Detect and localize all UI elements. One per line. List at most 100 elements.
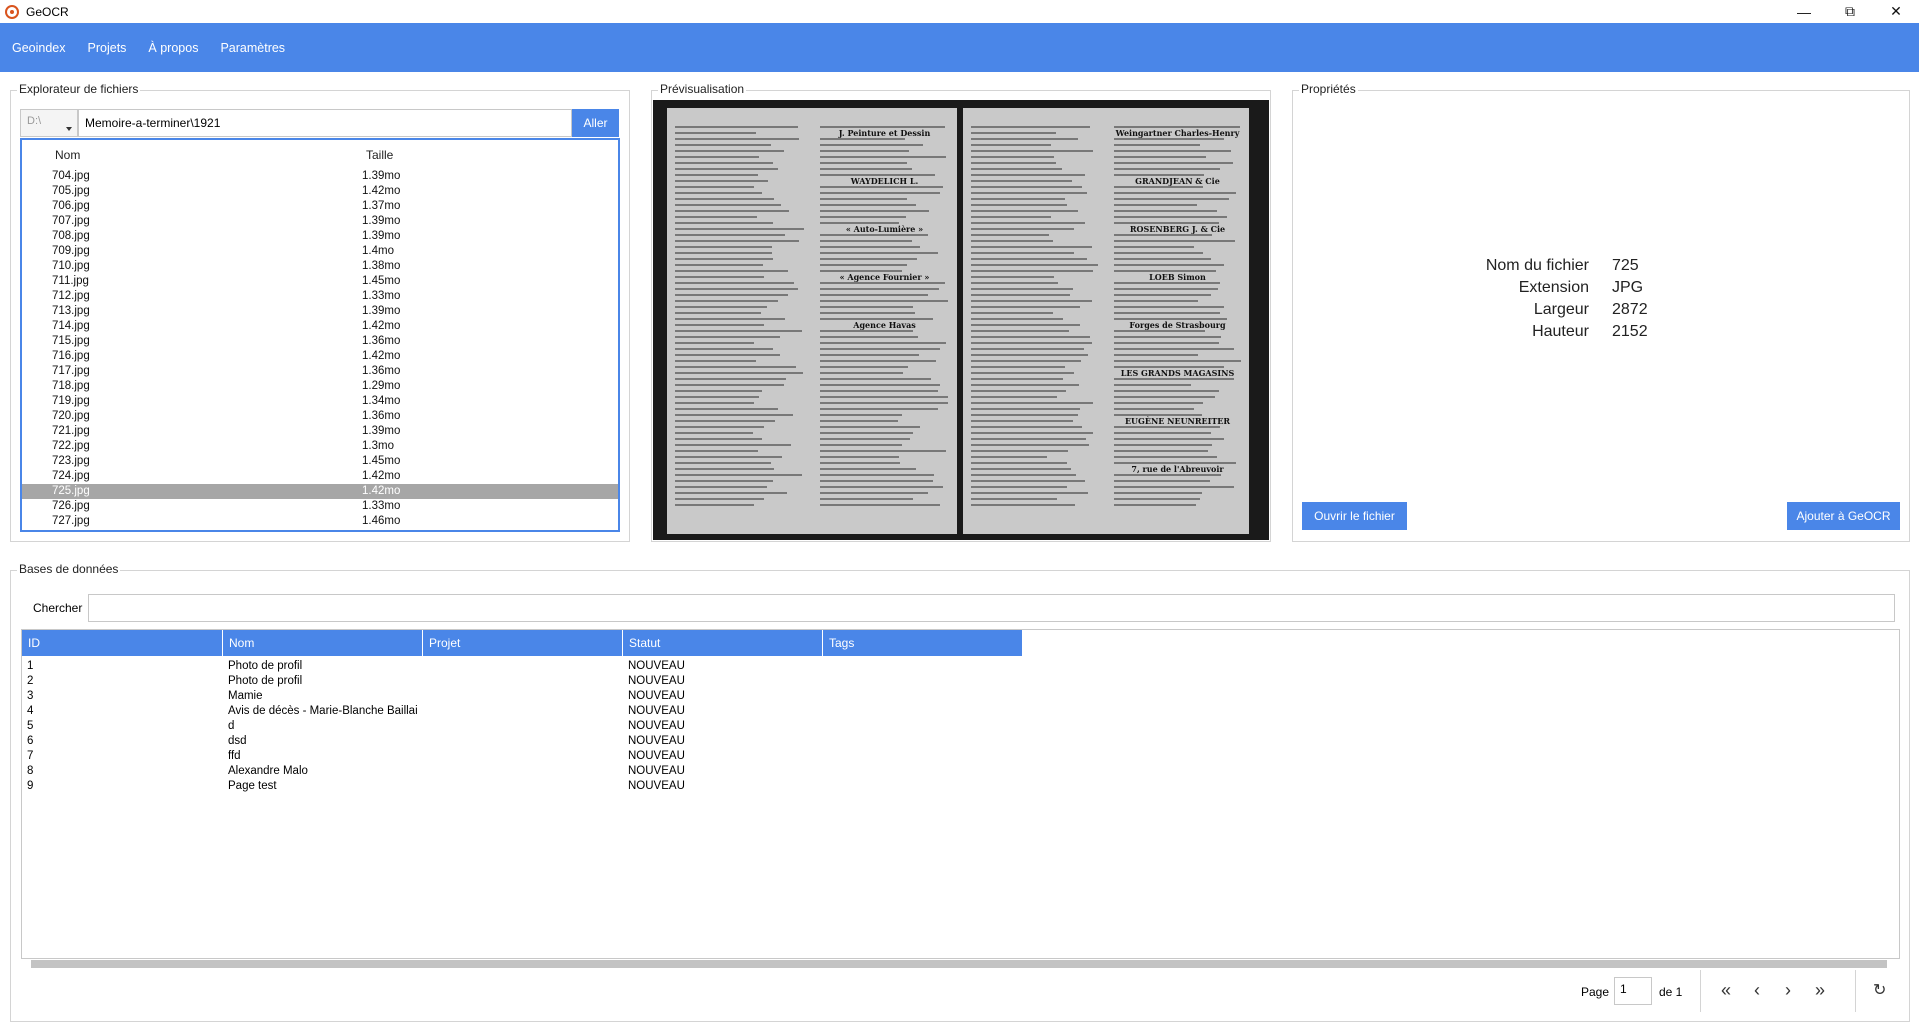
- file-row[interactable]: 712.jpg 1.33mo: [22, 289, 618, 304]
- text-line: [971, 234, 1049, 236]
- text-line: [675, 420, 776, 422]
- table-row[interactable]: 6 dsd NOUVEAU: [22, 734, 1899, 749]
- first-page-button[interactable]: «: [1721, 980, 1731, 1001]
- cell-statut: NOUVEAU: [628, 690, 685, 702]
- file-row[interactable]: 708.jpg 1.39mo: [22, 229, 618, 244]
- menu-parametres[interactable]: Paramètres: [220, 41, 285, 55]
- file-row[interactable]: 710.jpg 1.38mo: [22, 259, 618, 274]
- text-line: [675, 240, 800, 242]
- column-header-nom[interactable]: Nom: [223, 630, 423, 656]
- add-to-geocr-button[interactable]: Ajouter à GeOCR: [1787, 502, 1900, 530]
- path-input[interactable]: Memoire-a-terminer\1921: [78, 109, 572, 137]
- file-row[interactable]: 717.jpg 1.36mo: [22, 364, 618, 379]
- column-header-statut[interactable]: Statut: [623, 630, 823, 656]
- file-row[interactable]: 706.jpg 1.37mo: [22, 199, 618, 214]
- file-row[interactable]: 709.jpg 1.4mo: [22, 244, 618, 259]
- table-row[interactable]: 5 d NOUVEAU: [22, 719, 1899, 734]
- file-row[interactable]: 704.jpg 1.39mo: [22, 169, 618, 184]
- file-row[interactable]: 726.jpg 1.33mo: [22, 499, 618, 514]
- last-page-button[interactable]: »: [1815, 980, 1825, 1001]
- text-line: [1114, 330, 1205, 332]
- file-row[interactable]: 716.jpg 1.42mo: [22, 349, 618, 364]
- file-row[interactable]: 713.jpg 1.39mo: [22, 304, 618, 319]
- text-line: [971, 126, 1091, 128]
- text-line: [675, 462, 771, 464]
- file-row[interactable]: 705.jpg 1.42mo: [22, 184, 618, 199]
- file-list-header-size[interactable]: Taille: [366, 148, 393, 162]
- file-row[interactable]: 724.jpg 1.42mo: [22, 469, 618, 484]
- text-line: [820, 150, 910, 152]
- file-row[interactable]: 720.jpg 1.36mo: [22, 409, 618, 424]
- text-line: [971, 366, 1065, 368]
- table-row[interactable]: 2 Photo de profil NOUVEAU: [22, 674, 1899, 689]
- text-line: [820, 240, 912, 242]
- minimize-button[interactable]: —: [1781, 0, 1827, 23]
- text-line: [1114, 192, 1237, 194]
- file-name: 704.jpg: [52, 170, 90, 182]
- menu-geoindex[interactable]: Geoindex: [12, 41, 66, 55]
- table-row[interactable]: 1 Photo de profil NOUVEAU: [22, 659, 1899, 674]
- table-row[interactable]: 7 ffd NOUVEAU: [22, 749, 1899, 764]
- text-line: [820, 486, 943, 488]
- table-row[interactable]: 8 Alexandre Malo NOUVEAU: [22, 764, 1899, 779]
- file-row[interactable]: 725.jpg 1.42mo: [22, 484, 618, 499]
- table-row[interactable]: 3 Mamie NOUVEAU: [22, 689, 1899, 704]
- text-line: [971, 264, 1098, 266]
- file-row[interactable]: 723.jpg 1.45mo: [22, 454, 618, 469]
- search-input[interactable]: [88, 594, 1895, 622]
- next-page-button[interactable]: ›: [1785, 980, 1791, 1001]
- horizontal-scrollbar-thumb[interactable]: [31, 960, 1887, 968]
- column-header-id[interactable]: ID: [22, 630, 223, 656]
- text-line: [675, 438, 762, 440]
- close-button[interactable]: ✕: [1873, 0, 1919, 23]
- properties-title: Propriétés: [1299, 82, 1358, 96]
- file-row[interactable]: 719.jpg 1.34mo: [22, 394, 618, 409]
- file-row[interactable]: 722.jpg 1.3mo: [22, 439, 618, 454]
- drive-select[interactable]: D:\: [20, 109, 78, 137]
- pagination-divider-2: [1855, 970, 1856, 1012]
- text-line: [971, 156, 1054, 158]
- file-row[interactable]: 721.jpg 1.39mo: [22, 424, 618, 439]
- text-line: [675, 396, 759, 398]
- maximize-button[interactable]: ⧉: [1827, 0, 1873, 23]
- file-list[interactable]: Nom Taille 704.jpg 1.39mo 705.jpg 1.42mo 706…: [20, 138, 620, 532]
- cell-id: 4: [27, 705, 34, 717]
- file-row[interactable]: 714.jpg 1.42mo: [22, 319, 618, 334]
- text-line: [971, 480, 1085, 482]
- file-row[interactable]: 718.jpg 1.29mo: [22, 379, 618, 394]
- file-row[interactable]: 715.jpg 1.36mo: [22, 334, 618, 349]
- file-size: 1.46mo: [362, 515, 401, 527]
- refresh-icon[interactable]: ↻: [1873, 980, 1886, 1000]
- file-size: 1.42mo: [362, 485, 401, 497]
- menu-projets[interactable]: Projets: [88, 41, 127, 55]
- column-header-projet[interactable]: Projet: [423, 630, 623, 656]
- file-name: 720.jpg: [52, 410, 90, 422]
- file-row[interactable]: 727.jpg 1.46mo: [22, 514, 618, 529]
- table-row[interactable]: 4 Avis de décès - Marie-Blanche Baillai NO…: [22, 704, 1899, 719]
- file-list-header-name[interactable]: Nom: [55, 148, 80, 162]
- text-line: [820, 450, 947, 452]
- column-header-tags[interactable]: Tags: [823, 630, 1023, 656]
- file-row[interactable]: 711.jpg 1.45mo: [22, 274, 618, 289]
- go-button[interactable]: Aller: [572, 109, 619, 137]
- text-line: [675, 306, 767, 308]
- text-line: [971, 276, 1054, 278]
- cell-id: 2: [27, 675, 34, 687]
- search-label: Chercher: [33, 601, 83, 615]
- text-line: [675, 408, 778, 410]
- file-name: 719.jpg: [52, 395, 90, 407]
- table-row[interactable]: 9 Page test NOUVEAU: [22, 779, 1899, 794]
- file-size: 1.34mo: [362, 395, 401, 407]
- text-line: [820, 408, 938, 410]
- open-file-button[interactable]: Ouvrir le fichier: [1302, 502, 1407, 530]
- page-input[interactable]: 1: [1614, 977, 1652, 1005]
- database-table[interactable]: ID Nom Projet Statut Tags 1 Photo de profil NO…: [21, 629, 1900, 959]
- menu-a-propos[interactable]: À propos: [148, 41, 198, 55]
- file-row[interactable]: 707.jpg 1.39mo: [22, 214, 618, 229]
- previous-page-button[interactable]: ‹: [1754, 980, 1760, 1001]
- text-line: [675, 456, 783, 458]
- file-size: 1.3mo: [362, 440, 394, 452]
- text-line: [820, 252, 939, 254]
- preview-title: Prévisualisation: [658, 82, 747, 96]
- file-size: 1.29mo: [362, 380, 401, 392]
